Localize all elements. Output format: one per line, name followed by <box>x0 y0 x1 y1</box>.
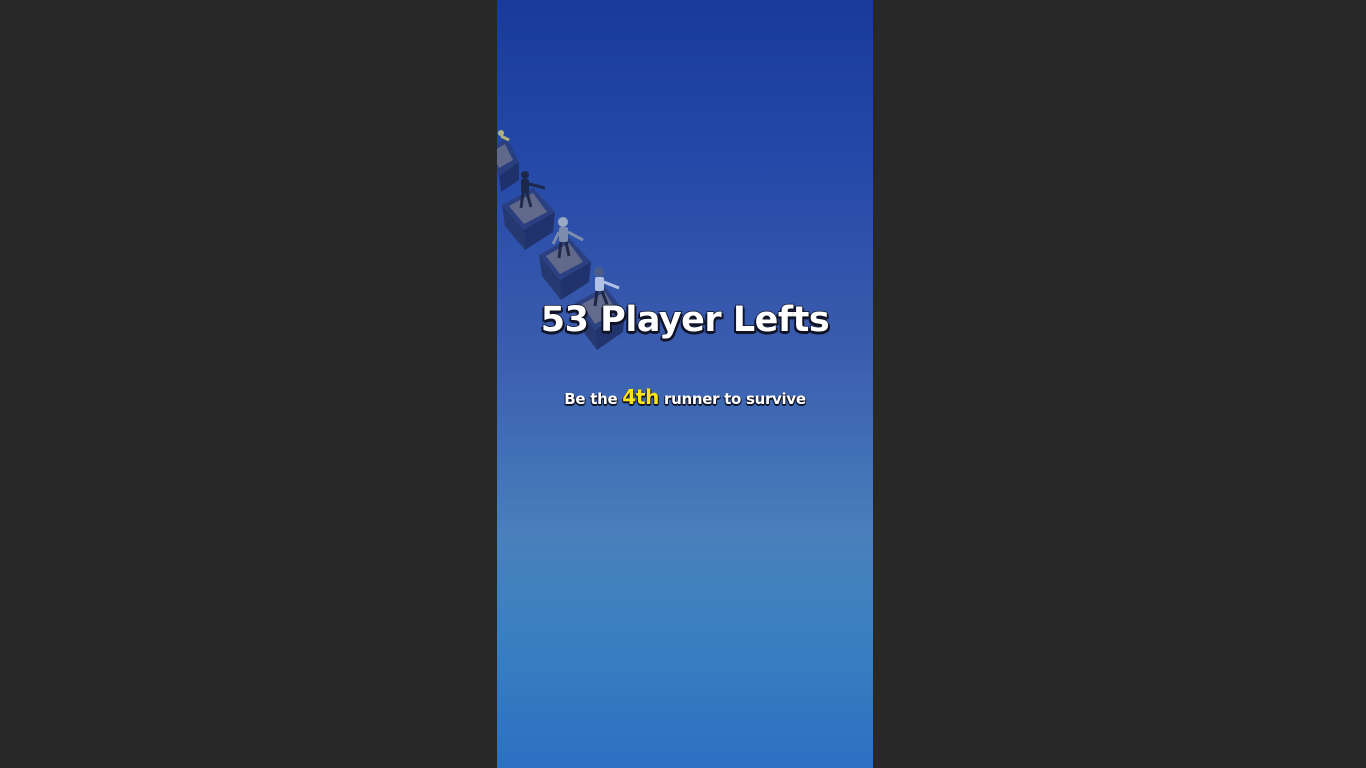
objective-prefix: Be the <box>564 390 623 408</box>
page: 53 Player Lefts Be the 4th runner to sur… <box>0 0 1366 768</box>
runner-figure <box>498 130 510 142</box>
platform-block <box>539 238 591 300</box>
game-viewport[interactable]: 53 Player Lefts Be the 4th runner to sur… <box>497 0 873 768</box>
platform-block <box>497 138 519 192</box>
target-rank: 4th <box>622 385 660 409</box>
players-left-title: 53 Player Lefts <box>540 299 830 341</box>
runner-scene <box>497 130 625 350</box>
objective-suffix: runner to survive <box>659 390 806 408</box>
objective-text: Be the 4th runner to survive <box>497 385 873 409</box>
